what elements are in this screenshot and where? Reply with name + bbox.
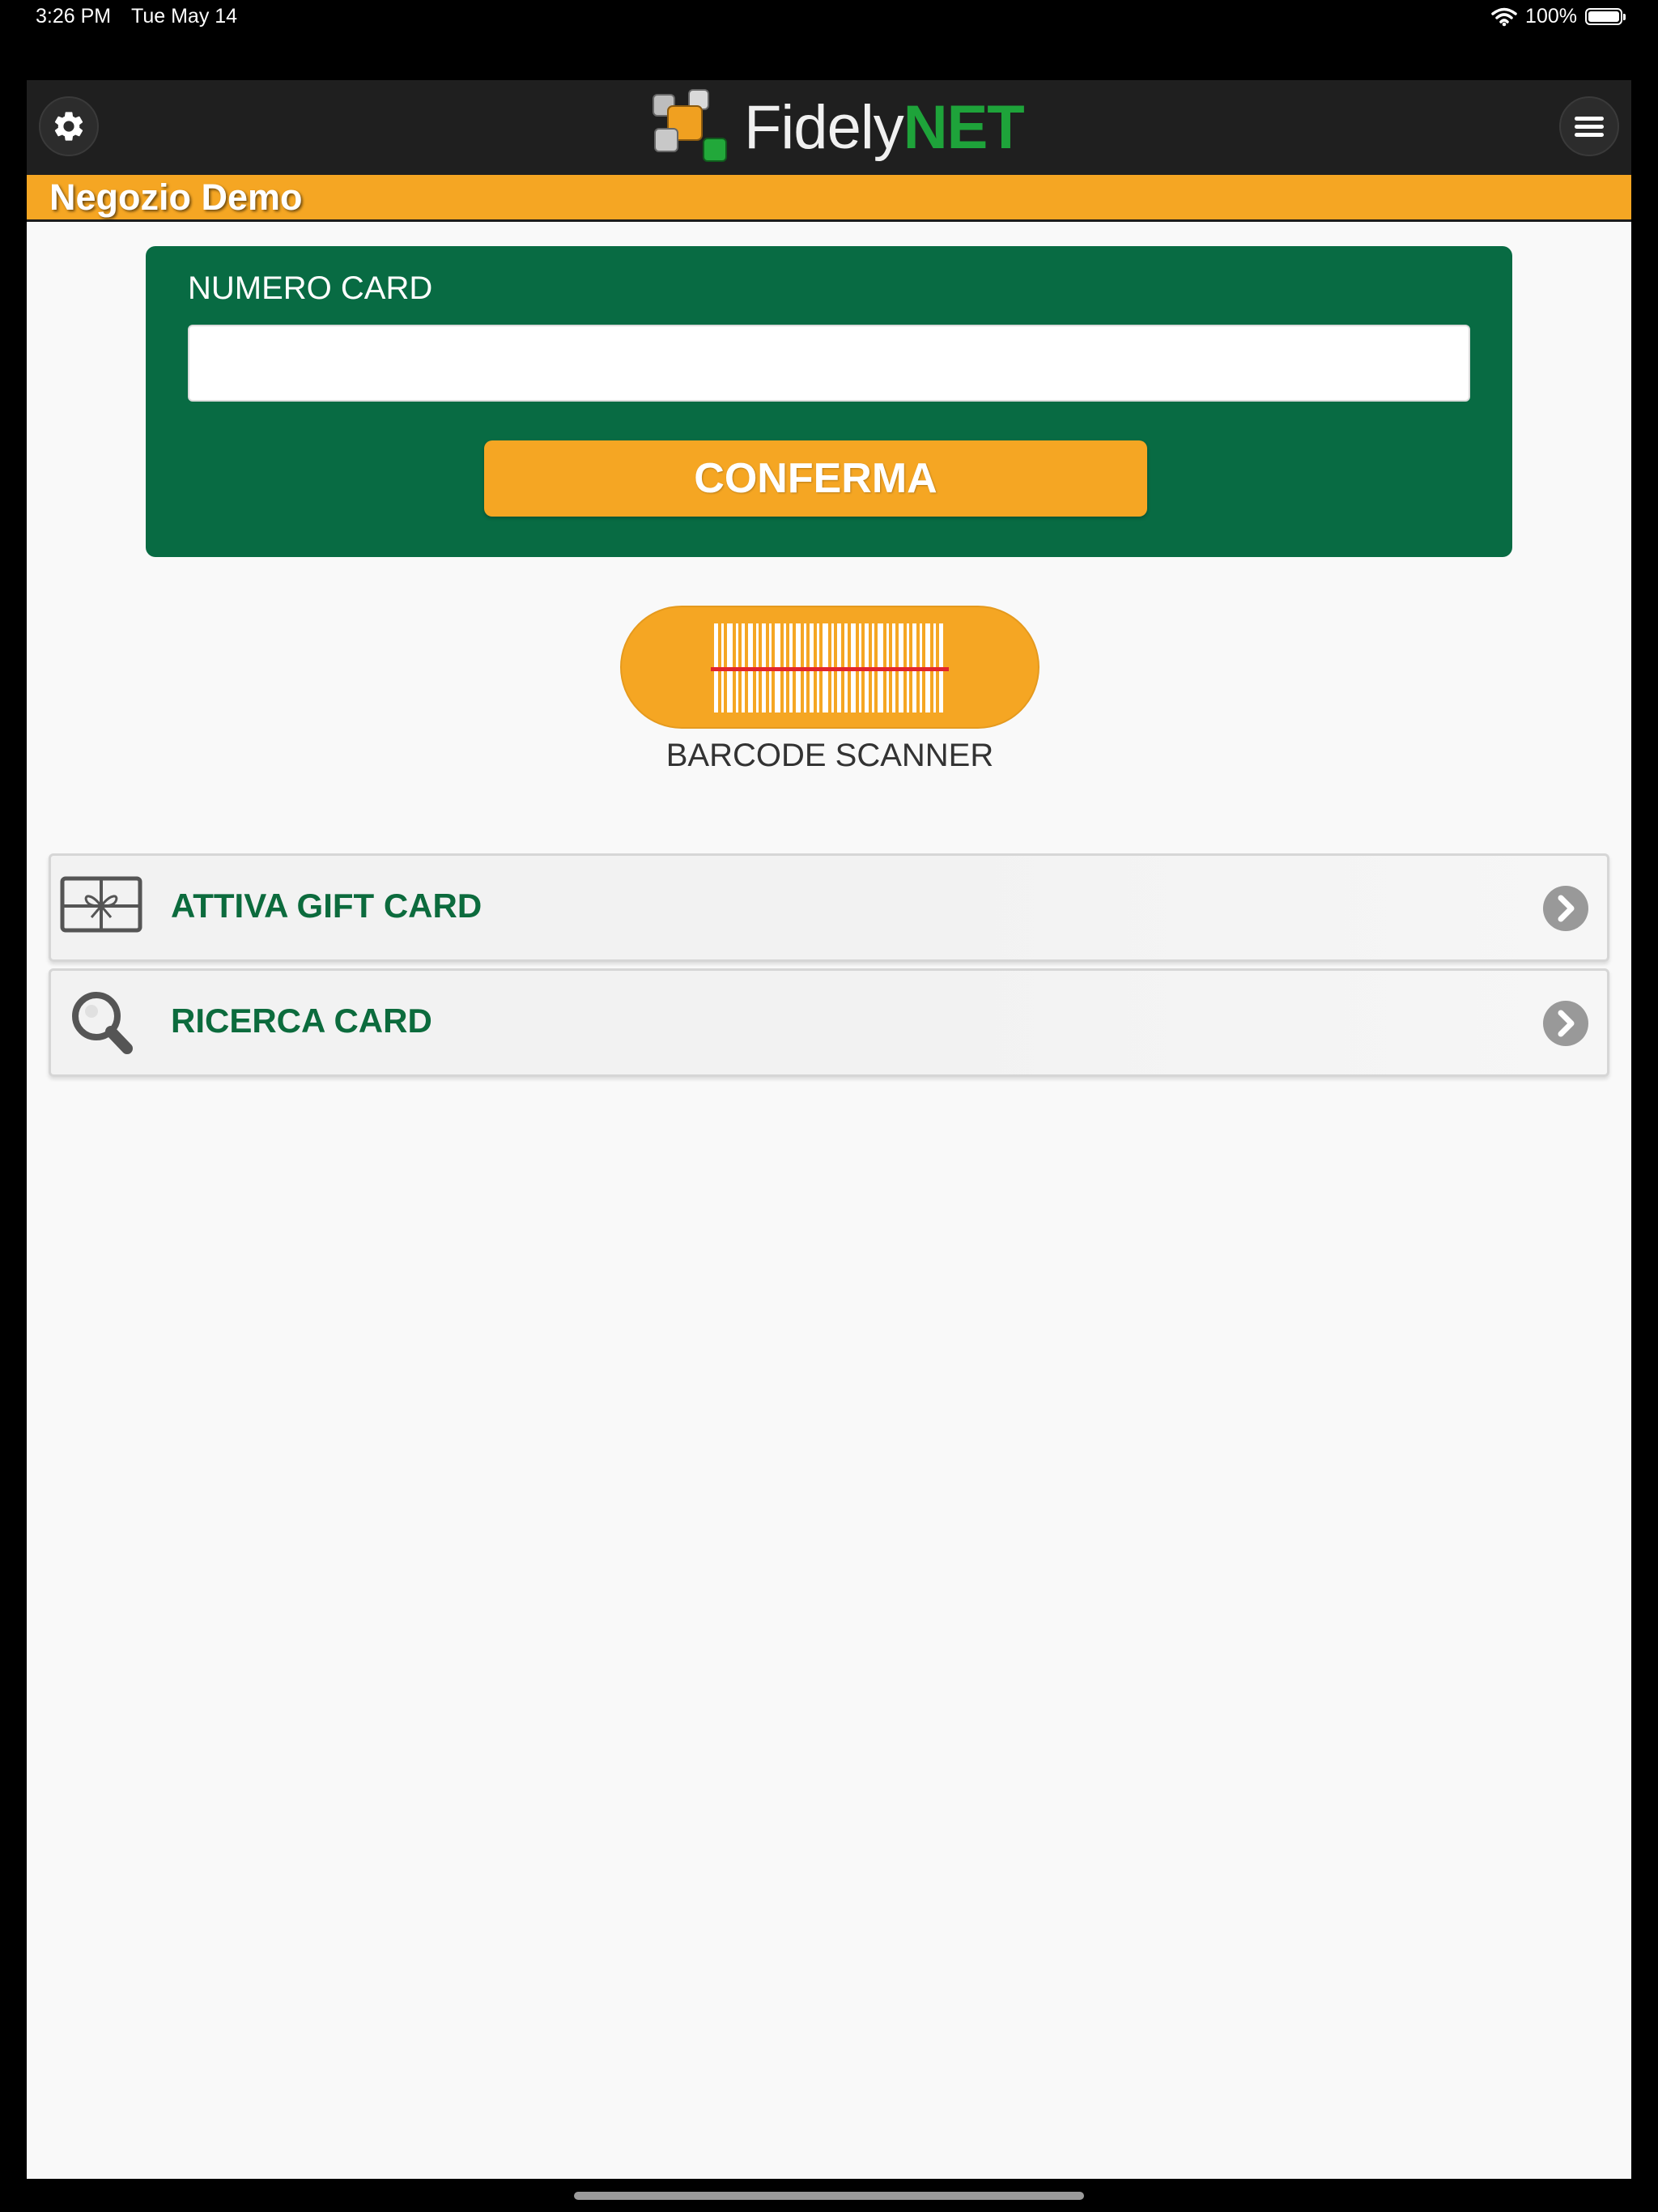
- status-bar: 3:26 PM Tue May 14 100%: [0, 0, 1658, 36]
- logo-text-fidely: Fidely: [744, 92, 904, 162]
- status-time: 3:26 PM: [36, 5, 112, 28]
- chevron-right-icon: [1543, 1001, 1588, 1046]
- store-name: Negozio Demo: [49, 177, 303, 218]
- battery-percent: 100%: [1525, 5, 1577, 28]
- menu-button[interactable]: [1559, 96, 1619, 156]
- settings-button[interactable]: [39, 96, 99, 156]
- gear-icon: [54, 112, 83, 141]
- card-number-label: NUMERO CARD: [188, 270, 433, 306]
- app-window: FidelyNET Negozio Demo NUMERO CARD CONFE…: [27, 80, 1631, 2179]
- card-number-input[interactable]: [188, 325, 1470, 402]
- menu-item-search-card[interactable]: RICERCA CARD: [49, 968, 1609, 1077]
- fidelynet-logo: FidelyNET: [650, 87, 1025, 168]
- confirm-button[interactable]: CONFERMA: [484, 440, 1147, 517]
- home-indicator[interactable]: [574, 2192, 1084, 2200]
- status-date: Tue May 14: [131, 5, 238, 28]
- status-right: 100%: [1491, 5, 1626, 28]
- menu-item-activate-gift-card[interactable]: ATTIVA GIFT CARD: [49, 853, 1609, 962]
- card-number-panel: NUMERO CARD CONFERMA: [146, 246, 1512, 557]
- gift-card-icon: [60, 876, 142, 933]
- header-bar: FidelyNET: [27, 80, 1631, 175]
- magnifier-icon: [72, 992, 133, 1054]
- battery-icon: [1585, 8, 1626, 25]
- logo-text-net: NET: [903, 92, 1025, 162]
- menu-item-label: RICERCA CARD: [171, 1002, 432, 1040]
- logo-text: FidelyNET: [744, 92, 1025, 163]
- chevron-right-icon: [1543, 886, 1588, 931]
- barcode-scanner-label: BARCODE SCANNER: [665, 738, 994, 773]
- logo-squares-icon: [653, 89, 727, 162]
- wifi-icon: [1491, 7, 1517, 26]
- barcode-scanner-button[interactable]: [620, 606, 1039, 729]
- hamburger-menu-icon: [1575, 117, 1604, 137]
- barcode-icon: [711, 623, 949, 713]
- menu-item-label: ATTIVA GIFT CARD: [171, 887, 483, 925]
- store-bar: Negozio Demo: [27, 175, 1631, 222]
